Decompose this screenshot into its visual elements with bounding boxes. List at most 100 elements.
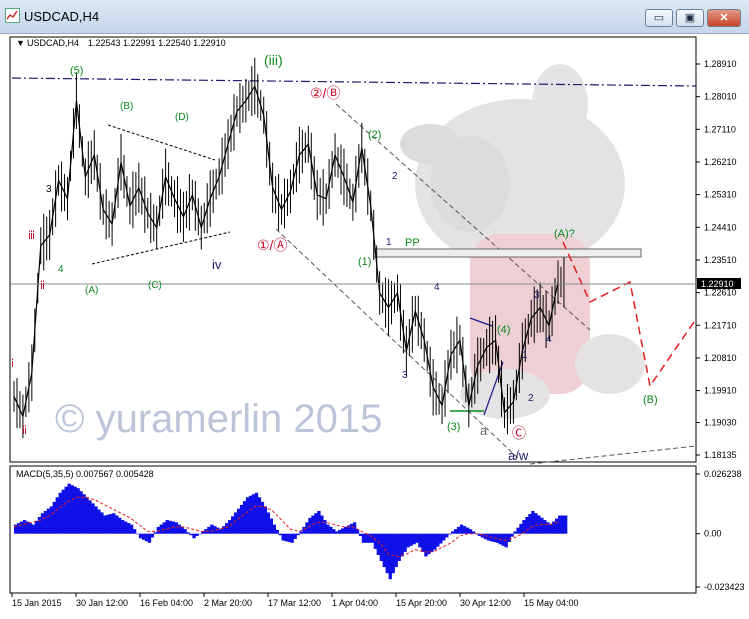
macd-bar xyxy=(555,518,559,534)
macd-bar xyxy=(563,515,568,534)
macd-bar xyxy=(400,533,404,557)
macd-bar xyxy=(436,533,440,547)
wave-label: (5) xyxy=(70,65,83,77)
macd-bar xyxy=(210,524,214,534)
macd-bar xyxy=(233,512,238,534)
macd-bar xyxy=(222,526,226,534)
macd-bar xyxy=(150,533,155,538)
macd-bar xyxy=(394,533,398,568)
wave-label: (2) xyxy=(368,129,381,141)
macd-bar xyxy=(195,533,199,536)
macd-bar xyxy=(141,533,146,540)
macd-bar xyxy=(251,494,256,534)
macd-bar xyxy=(88,500,92,534)
macd-bar xyxy=(367,533,372,543)
maximize-button[interactable]: ▣ xyxy=(676,9,704,27)
minimize-button[interactable]: ▭ xyxy=(645,9,673,27)
wave-label: 3 xyxy=(402,370,408,381)
macd-bar xyxy=(236,508,241,534)
macd-bar xyxy=(560,515,565,534)
price-tick-label: 1.25310 xyxy=(704,190,737,200)
macd-bar xyxy=(112,513,116,534)
time-tick-label: 15 May 04:00 xyxy=(524,598,579,608)
macd-bar xyxy=(442,533,446,541)
macd-bar xyxy=(132,529,137,534)
time-tick-label: 30 Jan 12:00 xyxy=(76,598,128,608)
wave-label: PP xyxy=(405,237,420,249)
macd-bar xyxy=(388,533,392,580)
macd-bar xyxy=(225,523,229,534)
macd-bar xyxy=(445,533,449,538)
macd-bar xyxy=(326,524,330,534)
wave-label: ⅱ xyxy=(40,280,45,292)
macd-bar xyxy=(165,520,169,534)
macd-bar xyxy=(58,492,62,534)
macd-bar xyxy=(245,497,250,534)
macd-bar xyxy=(456,526,461,534)
wave-label: (1) xyxy=(358,256,371,268)
macd-bar xyxy=(534,513,538,534)
macd-bar xyxy=(228,520,232,534)
macd-bar xyxy=(340,528,345,534)
macd-bar xyxy=(266,512,271,534)
macd-bar xyxy=(100,512,104,534)
macd-bar xyxy=(522,520,526,534)
wave-label: (3) xyxy=(447,421,460,433)
macd-bar xyxy=(510,533,514,537)
macd-bar xyxy=(290,533,294,543)
macd-bar xyxy=(293,533,297,540)
macd-bar xyxy=(415,533,419,543)
price-tick-label: 1.19030 xyxy=(704,418,737,428)
wave-label: 3 xyxy=(46,184,52,195)
time-tick-label: 15 Jan 2015 xyxy=(12,598,62,608)
macd-bar xyxy=(272,524,276,534)
macd-bar xyxy=(22,520,27,534)
window-titlebar[interactable]: USDCAD,H4 ▭ ▣ ✕ xyxy=(0,0,749,34)
chart-window-icon xyxy=(5,8,20,23)
macd-bar xyxy=(287,533,291,543)
macd-bar xyxy=(43,510,48,534)
macd-bar xyxy=(174,522,178,534)
macd-bar xyxy=(177,524,181,534)
macd-bar xyxy=(558,515,562,534)
wave-label: (B) xyxy=(643,394,658,406)
macd-bar xyxy=(507,533,511,543)
macd-bar xyxy=(453,529,458,534)
macd-bar xyxy=(34,520,39,534)
macd-bar xyxy=(40,513,45,534)
wave-label: ①/Ⓐ xyxy=(257,237,287,253)
macd-bar xyxy=(216,527,220,534)
macd-bar xyxy=(269,518,274,534)
watermark-text: © yuramerlin 2015 xyxy=(55,397,382,441)
macd-bar xyxy=(129,524,134,534)
terminal-window: USDCAD,H4 ▭ ▣ ✕ 1.28910 1.28010 1.27110 1.2… xyxy=(0,0,749,619)
macd-bar xyxy=(103,515,107,534)
window-title: USDCAD,H4 xyxy=(24,9,100,24)
chart-area[interactable]: 1.28910 1.28010 1.27110 1.26210 1.25310 1.244… xyxy=(0,34,749,619)
macd-bar xyxy=(153,532,158,534)
wave-label: (iii) xyxy=(264,52,283,68)
wave-label: ②/Ⓑ xyxy=(310,85,340,101)
macd-bar xyxy=(239,504,244,534)
macd-bar xyxy=(97,509,101,534)
macd-bar xyxy=(85,497,89,534)
macd-bar xyxy=(180,526,184,534)
macd-tick-label: -0.023423 xyxy=(704,582,745,592)
macd-bar xyxy=(192,533,196,539)
macd-bar xyxy=(275,529,279,534)
close-button[interactable]: ✕ xyxy=(707,9,741,27)
macd-bar xyxy=(519,523,523,534)
wave-label: 1 xyxy=(522,350,528,361)
macd-bar xyxy=(46,508,51,534)
macd-bar xyxy=(242,501,247,534)
price-tick-label: 1.23510 xyxy=(704,255,737,265)
macd-bar xyxy=(19,521,24,534)
macd-bar xyxy=(343,526,348,534)
macd-bar xyxy=(528,513,532,534)
price-tick-label: 1.28910 xyxy=(704,59,737,69)
macd-bar xyxy=(376,533,381,555)
macd-bar xyxy=(159,524,164,534)
macd-bar xyxy=(465,527,470,534)
macd-bar xyxy=(263,506,268,534)
macd-bar xyxy=(28,523,33,534)
